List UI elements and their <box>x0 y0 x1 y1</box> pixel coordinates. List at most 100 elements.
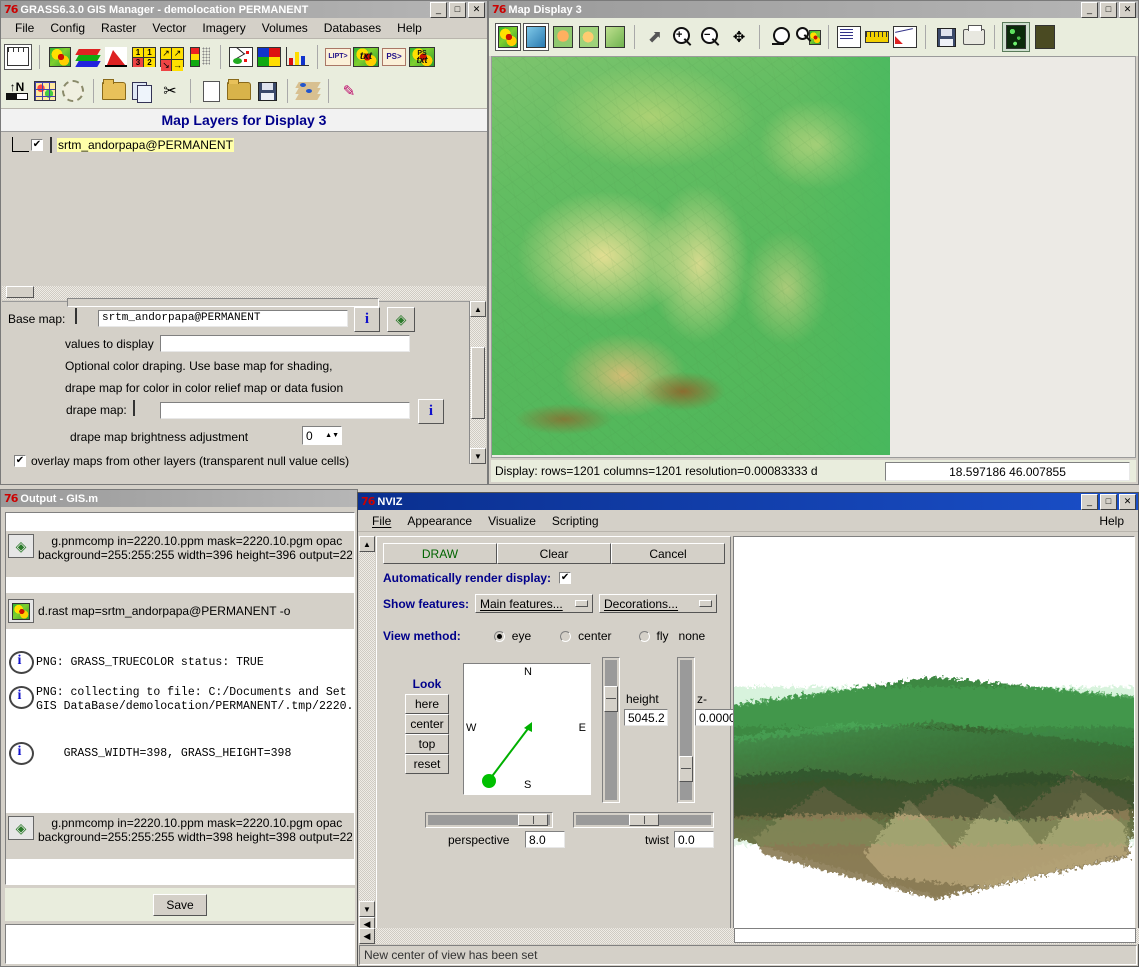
menu-help[interactable]: Help <box>389 20 430 36</box>
drape-map-raster-icon[interactable] <box>133 400 135 416</box>
nviz-3d-canvas[interactable] <box>733 536 1135 931</box>
add-vector-layer-icon[interactable] <box>228 45 254 69</box>
zexag-slider-knob[interactable] <box>679 756 693 782</box>
nviz-icon[interactable] <box>1002 22 1030 52</box>
digitize-icon[interactable]: ✎ <box>336 79 362 103</box>
menu-imagery[interactable]: Imagery <box>194 20 253 36</box>
nviz-panel-vscrollbar[interactable]: ▲ ▼ ◀ <box>359 536 375 931</box>
log-entry[interactable]: PNG: collecting to file: C:/Documents an… <box>6 683 354 733</box>
maximize-button[interactable]: □ <box>449 1 466 18</box>
look-reset-button[interactable]: reset <box>405 754 449 774</box>
cancel-button[interactable]: Cancel <box>611 543 725 564</box>
pointer-icon[interactable]: ⬈ <box>642 25 668 49</box>
measure-icon[interactable] <box>864 25 890 49</box>
twist-value-input[interactable]: 0.0 <box>674 831 714 848</box>
menu-vector[interactable]: Vector <box>144 20 194 36</box>
zoom-back-icon[interactable] <box>767 25 793 49</box>
menu-appearance[interactable]: Appearance <box>399 513 480 529</box>
log-entry[interactable]: GRASS_WIDTH=398, GRASS_HEIGHT=398 <box>6 733 354 775</box>
save-button[interactable]: Save <box>153 893 207 916</box>
overlay-maps-checkbox[interactable]: ✔ <box>14 455 26 467</box>
add-geodesic-icon[interactable] <box>60 79 86 103</box>
menu-help[interactable]: Help <box>1091 513 1132 529</box>
print-display-icon[interactable] <box>961 25 987 49</box>
zoom-out-icon[interactable]: − <box>698 25 724 49</box>
add-arrow-layer-icon[interactable]: ↗ ↗ ↘ → <box>159 45 185 71</box>
values-to-display-input[interactable] <box>160 335 410 352</box>
perspective-slider[interactable] <box>425 812 553 828</box>
base-map-info-button[interactable]: i <box>354 307 380 332</box>
scrollbar-thumb[interactable] <box>471 347 485 419</box>
drape-map-info-button[interactable]: i <box>418 399 444 424</box>
maximize-button[interactable]: □ <box>1100 493 1117 510</box>
add-thematic-chart-icon[interactable] <box>256 45 282 69</box>
open-file-icon[interactable] <box>226 79 252 103</box>
spinner-arrows-icon[interactable]: ▲▼ <box>325 432 341 440</box>
height-slider-knob[interactable] <box>604 686 618 712</box>
add-labels-layer-icon[interactable]: LIPT> <box>325 45 351 69</box>
log-entry[interactable]: ◈ g.pnmcomp in=2220.10.ppm mask=2220.10.… <box>6 813 354 859</box>
add-chart-layer-icon[interactable] <box>284 45 310 69</box>
log-entry[interactable]: d.rast map=srtm_andorpapa@PERMANENT -o <box>6 593 354 629</box>
menu-config[interactable]: Config <box>42 20 93 36</box>
layers-icon[interactable] <box>295 79 321 103</box>
twist-slider-knob[interactable] <box>629 814 659 826</box>
pointer-erase-icon[interactable] <box>577 24 601 50</box>
fly-mode-value[interactable]: none <box>679 629 706 643</box>
view-eye-radio[interactable] <box>493 630 505 642</box>
scroll-up-arrow[interactable]: ▲ <box>359 536 375 552</box>
new-file-icon[interactable] <box>198 79 224 103</box>
brightness-value[interactable]: 0 <box>303 429 325 443</box>
display-map-icon[interactable] <box>495 23 521 51</box>
height-value-input[interactable]: 5045.2 <box>624 709 668 726</box>
scroll-down-arrow[interactable]: ▼ <box>359 901 375 917</box>
layer-visibility-checkbox[interactable]: ✔ <box>31 138 43 151</box>
output-log[interactable]: ◈ g.pnmcomp in=2220.10.ppm mask=2220.10.… <box>5 512 355 885</box>
open-folder-icon[interactable] <box>101 79 127 103</box>
add-ps-text-layer-icon[interactable]: PS txt <box>409 45 435 69</box>
close-button[interactable]: ✕ <box>468 1 485 18</box>
log-entry[interactable]: PNG: GRASS_TRUECOLOR status: TRUE <box>6 643 354 683</box>
maximize-button[interactable]: □ <box>1100 1 1117 18</box>
zoom-in-icon[interactable]: + <box>670 25 696 49</box>
menu-visualize[interactable]: Visualize <box>480 513 544 529</box>
profile-icon[interactable] <box>892 25 918 49</box>
scroll-down-arrow[interactable]: ▼ <box>470 448 486 464</box>
view-fly-radio[interactable] <box>638 630 650 642</box>
main-features-optionmenu[interactable]: Main features... <box>475 594 594 613</box>
view-position-pad[interactable]: N S E W <box>463 663 591 795</box>
add-rgb-layer-icon[interactable] <box>75 45 101 69</box>
erase-map-icon[interactable] <box>551 24 575 50</box>
save-file-icon[interactable] <box>254 79 280 103</box>
layer-name[interactable]: srtm_andorpapa@PERMANENT <box>57 137 234 152</box>
query-icon[interactable] <box>836 25 862 49</box>
perspective-value-input[interactable]: 8.0 <box>525 831 565 848</box>
menu-file[interactable]: File <box>364 513 399 529</box>
twist-slider[interactable] <box>573 812 714 828</box>
redraw-map-icon[interactable] <box>523 23 549 51</box>
log-entry[interactable]: ◈ g.pnmcomp in=2220.10.ppm mask=2220.10.… <box>6 531 354 577</box>
close-button[interactable]: ✕ <box>1119 493 1136 510</box>
minimize-button[interactable]: _ <box>1081 493 1098 510</box>
minimize-button[interactable]: _ <box>430 1 447 18</box>
clear-button[interactable]: Clear <box>497 543 611 564</box>
north-arrow-icon[interactable]: ↑N <box>4 79 30 103</box>
raster-map-image[interactable] <box>492 57 890 455</box>
new-display-icon[interactable] <box>4 43 32 70</box>
height-slider[interactable] <box>602 657 620 803</box>
layer-tree-row[interactable]: ✔ srtm_andorpapa@PERMANENT <box>2 134 486 153</box>
add-histogram-layer-icon[interactable] <box>103 45 129 69</box>
options-vscrollbar[interactable]: ▲ ▼ <box>469 301 486 464</box>
add-text-layer-icon[interactable]: txt <box>353 45 379 69</box>
menu-raster[interactable]: Raster <box>93 20 144 36</box>
hscroll-left-arrow[interactable]: ◀ <box>359 928 375 944</box>
base-map-input[interactable]: srtm_andorpapa@PERMANENT <box>98 310 348 327</box>
add-legend-layer-icon[interactable] <box>187 45 213 69</box>
base-map-help-button[interactable]: ◈ <box>387 307 415 332</box>
perspective-slider-knob[interactable] <box>518 814 548 826</box>
look-top-button[interactable]: top <box>405 734 449 754</box>
draw-button[interactable]: DRAW <box>383 543 497 564</box>
add-grid-icon[interactable] <box>32 79 58 103</box>
nviz-hscrollbar[interactable]: ◀ <box>359 928 1139 944</box>
minimize-button[interactable]: _ <box>1081 1 1098 18</box>
